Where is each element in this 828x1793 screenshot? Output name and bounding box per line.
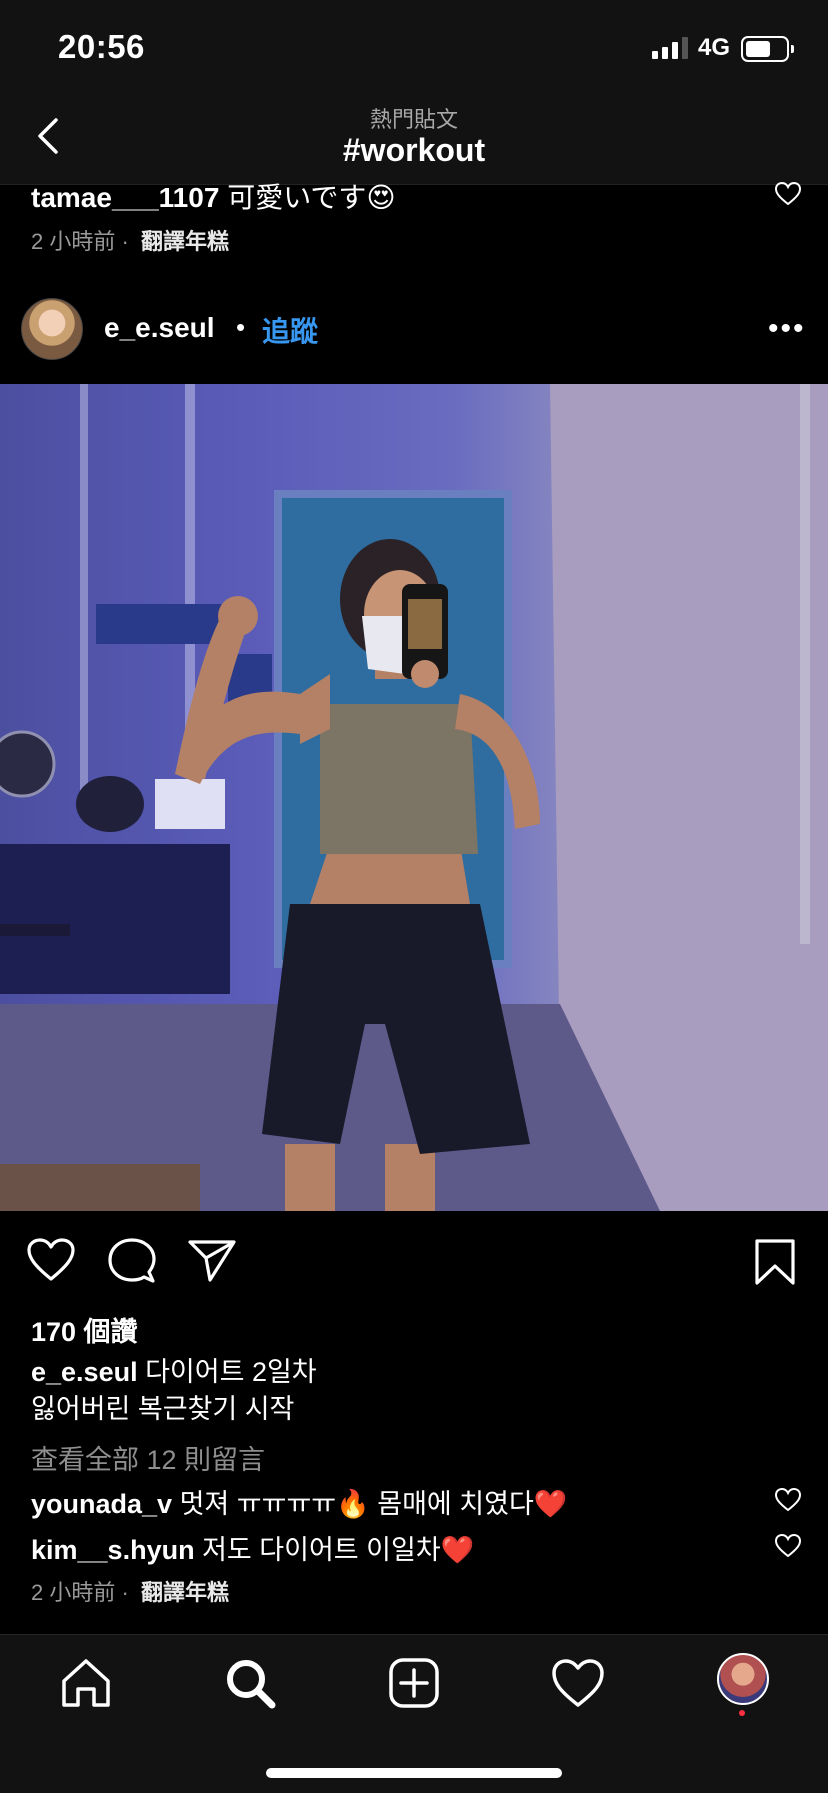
- post-actions: [0, 1236, 828, 1286]
- comment-text: 저도 다이어트 이일차❤️: [202, 1535, 475, 1565]
- separator: •: [236, 312, 246, 342]
- time-ago: 2 小時前: [31, 1580, 116, 1605]
- likes-count[interactable]: 170 個讚: [31, 1310, 138, 1349]
- comment-icon[interactable]: [108, 1238, 156, 1284]
- paper-plane-icon[interactable]: [188, 1238, 236, 1282]
- activity-heart-icon[interactable]: [550, 1655, 606, 1711]
- battery-icon: [741, 36, 794, 62]
- post-caption: e_e.seul 다이어트 2일차 잃어버린 복근찾기 시작: [31, 1354, 317, 1428]
- comment: tamae___1107 可愛いです😍: [31, 176, 396, 216]
- time-ago: 2 小時前: [31, 229, 116, 254]
- separator: ·: [121, 229, 129, 254]
- tab-bar: [0, 1634, 828, 1793]
- notification-dot: [739, 1710, 745, 1716]
- comment-text: 可愛いです😍: [227, 182, 396, 213]
- comment-like-icon[interactable]: [775, 182, 801, 206]
- signal-icon: [652, 37, 688, 59]
- home-icon[interactable]: [58, 1655, 114, 1711]
- heart-icon[interactable]: [27, 1238, 75, 1282]
- post-image[interactable]: [0, 384, 828, 1211]
- status-time: 20:56: [58, 28, 145, 65]
- post-username[interactable]: e_e.seul: [104, 312, 215, 344]
- caption-username[interactable]: e_e.seul: [31, 1357, 138, 1387]
- view-all-comments-link[interactable]: 查看全部 12 則留言: [31, 1438, 265, 1477]
- comment-username[interactable]: younada_v: [31, 1489, 172, 1519]
- nav-bar: 熱門貼文 #workout: [0, 92, 828, 185]
- status-bar: 20:56 4G: [0, 0, 828, 92]
- comment: kim__s.hyun 저도 다이어트 이일차❤️: [31, 1528, 474, 1567]
- comment-username[interactable]: tamae___1107: [31, 182, 219, 213]
- comment-text: 멋져 ㅠㅠㅠㅠ🔥 몸매에 치였다❤️: [179, 1489, 568, 1519]
- comment-meta: 2 小時前 · 翻譯年糕: [31, 224, 229, 256]
- translate-link[interactable]: 翻譯年糕: [141, 1580, 229, 1605]
- post-meta: 2 小時前 · 翻譯年糕: [31, 1575, 229, 1607]
- comment-username[interactable]: kim__s.hyun: [31, 1535, 195, 1565]
- comment: younada_v 멋져 ㅠㅠㅠㅠ🔥 몸매에 치였다❤️: [31, 1482, 567, 1521]
- plus-square-icon[interactable]: [386, 1655, 442, 1711]
- bookmark-icon[interactable]: [754, 1238, 796, 1286]
- profile-avatar-tab[interactable]: [717, 1653, 769, 1705]
- post-image-illustration: [0, 384, 828, 1211]
- home-indicator[interactable]: [266, 1768, 562, 1778]
- comment-like-icon[interactable]: [775, 1534, 801, 1558]
- page-title: #workout: [342, 132, 486, 168]
- network-label: 4G: [698, 34, 731, 61]
- nav-subtitle: 熱門貼文: [369, 107, 458, 132]
- separator: ·: [121, 1580, 129, 1605]
- post-header: e_e.seul • 追蹤 •••: [0, 292, 828, 362]
- follow-button[interactable]: 追蹤: [262, 310, 318, 350]
- caption-line-1: 다이어트 2일차: [145, 1357, 317, 1387]
- search-icon[interactable]: [222, 1655, 278, 1711]
- caption-line-2: 잃어버린 복근찾기 시작: [31, 1394, 295, 1424]
- translate-link[interactable]: 翻譯年糕: [141, 229, 229, 254]
- comment-like-icon[interactable]: [775, 1488, 801, 1512]
- more-options-button[interactable]: •••: [768, 312, 806, 346]
- avatar[interactable]: [21, 298, 83, 360]
